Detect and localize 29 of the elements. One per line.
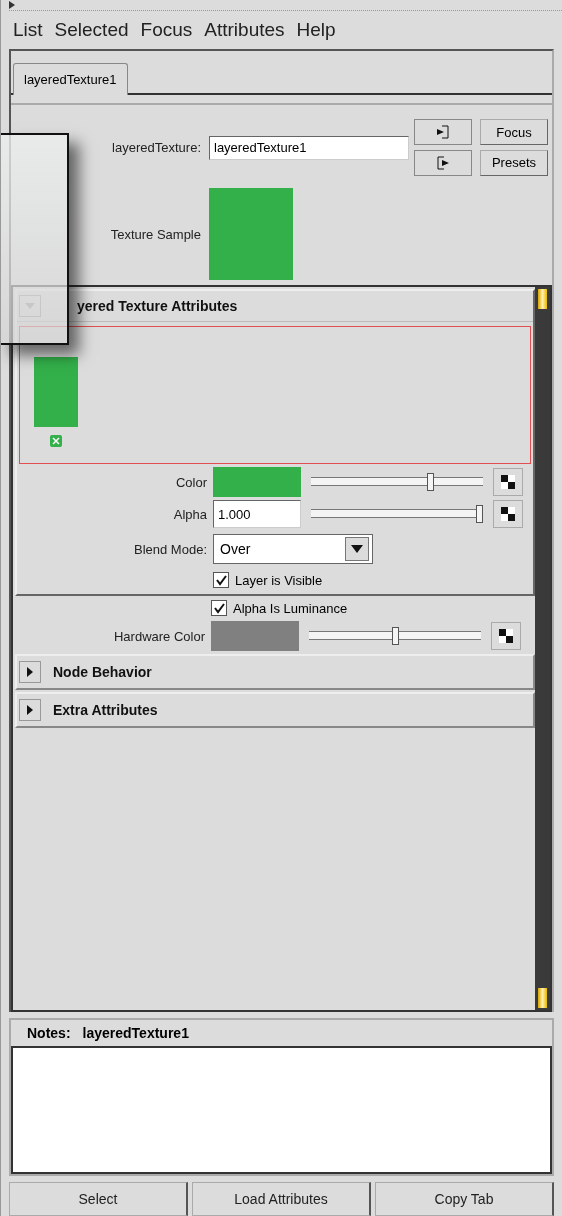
notes-node-name: layeredTexture1 [82, 1025, 189, 1041]
section-title: Node Behavior [53, 664, 152, 680]
bottom-button[interactable]: Load Attributes [192, 1182, 371, 1216]
checkbox-label: Alpha Is Luminance [233, 600, 348, 616]
menu-item[interactable]: Help [296, 19, 336, 41]
attribute-label: Alpha [173, 506, 207, 522]
sample-label: Texture Sample [110, 227, 202, 242]
section-title: Extra Attributes [53, 702, 158, 718]
attribute-label: Hardware Color [113, 628, 205, 644]
menu-item[interactable]: Selected [54, 19, 129, 41]
section-header[interactable]: Node Behavior [15, 654, 535, 690]
menu-item[interactable]: Attributes [204, 19, 285, 41]
node-name-field[interactable]: layeredTexture1 [209, 135, 409, 160]
section-header[interactable]: Extra Attributes [15, 692, 535, 728]
section-title: yered Texture Attributes [77, 298, 238, 314]
node-type-label: layeredTexture: [112, 140, 202, 155]
menu-item[interactable]: Focus [140, 19, 193, 41]
bottom-button[interactable]: Select [9, 1182, 188, 1216]
focus-button[interactable]: Focus [480, 119, 548, 145]
value-field[interactable]: 1.000 [213, 500, 301, 528]
checkbox-label: Layer is Visible [235, 572, 323, 588]
blend-mode-dropdown[interactable]: Over [213, 534, 373, 564]
menu-item[interactable]: List [13, 19, 43, 41]
bottom-button[interactable]: Copy Tab [375, 1182, 554, 1216]
tab[interactable]: layeredTexture1 [13, 63, 128, 95]
attribute-label: Color [175, 474, 207, 490]
notes-label: Notes: [27, 1025, 71, 1041]
attribute-label: Blend Mode: [134, 541, 207, 557]
presets-button[interactable]: Presets [480, 149, 548, 176]
